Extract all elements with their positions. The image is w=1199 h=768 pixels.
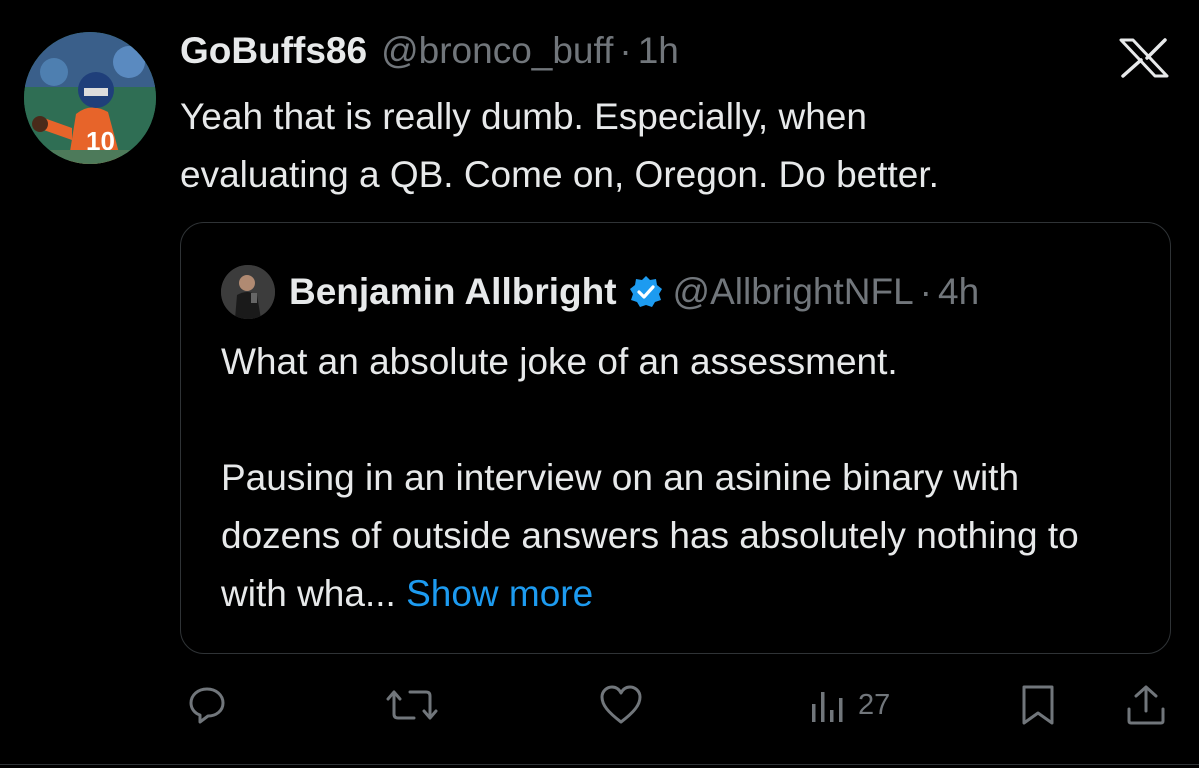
show-more-link[interactable]: Show more — [406, 573, 593, 614]
quoted-author-display-name[interactable]: Benjamin Allbright — [289, 271, 617, 313]
share-icon — [1124, 683, 1168, 727]
quoted-post-timestamp[interactable]: 4h — [938, 271, 979, 313]
quoted-post-card[interactable]: Benjamin Allbright @AllbrightNFL · 4h Wh… — [180, 222, 1171, 654]
reply-icon — [186, 684, 228, 726]
author-avatar[interactable]: 10 — [24, 32, 156, 164]
share-button[interactable] — [1124, 682, 1168, 728]
reply-button[interactable] — [186, 682, 228, 728]
views-count: 27 — [858, 688, 891, 721]
like-button[interactable] — [598, 682, 644, 728]
post-text: Yeah that is really dumb. Especially, wh… — [180, 96, 939, 195]
quoted-paragraph-1: What an absolute joke of an assessment. — [221, 341, 898, 382]
views-button[interactable]: 27 — [808, 682, 890, 728]
post: 10 GoBuffs86 @bronco_buff · 1h Yeah that… — [0, 0, 1199, 768]
quoted-post-text: What an absolute joke of an assessment. … — [221, 333, 1141, 623]
separator-dot: · — [619, 30, 632, 71]
quoted-post-header: Benjamin Allbright @AllbrightNFL · 4h — [221, 265, 979, 319]
repost-icon — [386, 684, 438, 726]
author-handle[interactable]: @bronco_buff — [381, 30, 613, 72]
verified-badge-icon — [629, 275, 663, 309]
quoted-author-avatar[interactable] — [221, 265, 275, 319]
post-timestamp[interactable]: 1h — [638, 30, 679, 72]
person-avatar-image — [221, 265, 275, 319]
football-player-avatar-image: 10 — [24, 32, 156, 164]
heart-icon — [598, 684, 644, 726]
post-header: GoBuffs86 @bronco_buff · 1h — [180, 30, 679, 78]
x-logo-icon[interactable] — [1117, 38, 1171, 78]
divider — [0, 764, 1199, 765]
repost-button[interactable] — [386, 682, 438, 728]
views-chart-icon — [808, 684, 848, 726]
quoted-paragraph-2: Pausing in an interview on an asinine bi… — [221, 449, 1141, 623]
quoted-author-handle[interactable]: @AllbrightNFL — [673, 271, 914, 313]
action-bar: 27 — [0, 682, 1199, 732]
bookmark-button[interactable] — [1018, 682, 1058, 728]
author-display-name[interactable]: GoBuffs86 — [180, 30, 367, 72]
quoted-separator-dot: · — [919, 271, 932, 312]
bookmark-icon — [1018, 683, 1058, 727]
quoted-paragraph-2-text: Pausing in an interview on an asinine bi… — [221, 457, 1079, 614]
